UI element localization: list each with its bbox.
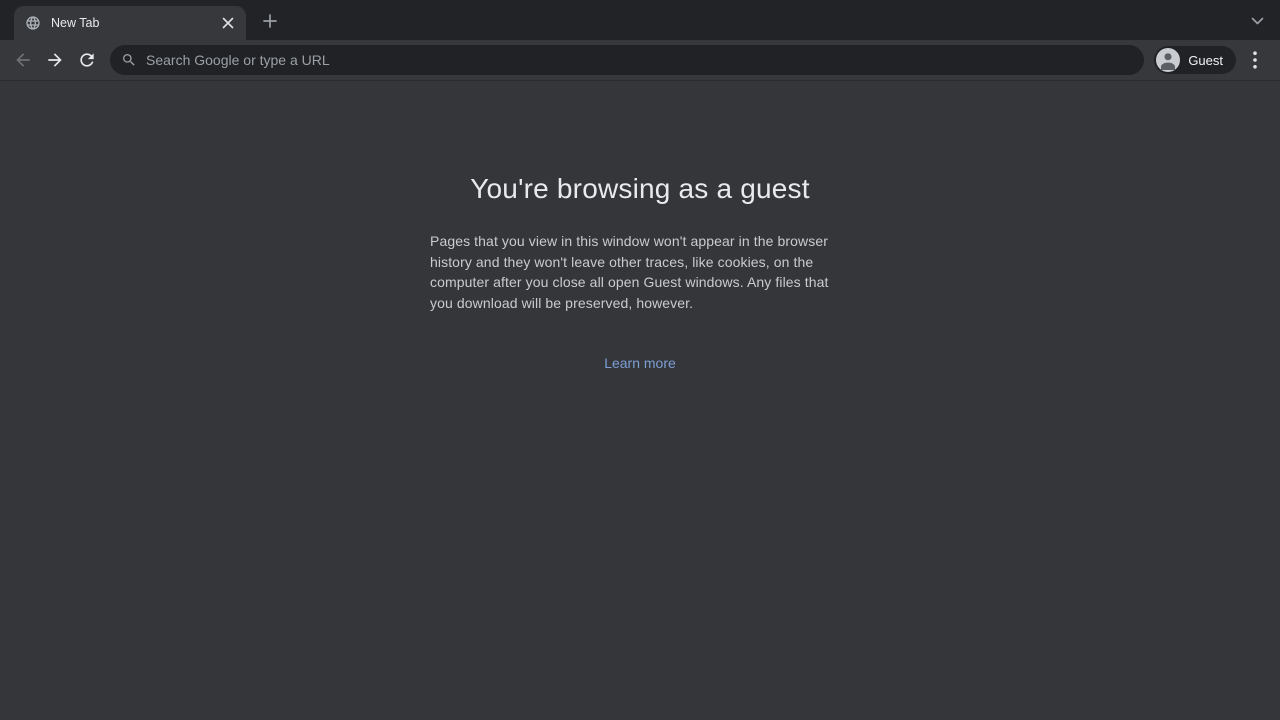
tab-new-tab[interactable]: New Tab <box>14 6 246 40</box>
tab-title: New Tab <box>51 16 218 30</box>
address-input[interactable] <box>146 52 1130 68</box>
back-arrow-icon <box>13 50 33 70</box>
tab-strip: New Tab <box>0 0 1280 40</box>
guest-panel: You're browsing as a guest Pages that yo… <box>430 81 850 720</box>
guest-description: Pages that you view in this window won't… <box>430 231 850 313</box>
browser-window: New Tab <box>0 0 1280 720</box>
browser-toolbar: Guest <box>0 40 1280 81</box>
tab-search-button[interactable] <box>1246 12 1268 30</box>
person-icon <box>1156 48 1180 72</box>
new-tab-button[interactable] <box>256 7 284 35</box>
search-icon <box>121 52 137 68</box>
reload-button[interactable] <box>72 45 102 75</box>
close-icon <box>222 17 234 29</box>
forward-arrow-icon <box>45 50 65 70</box>
kebab-menu-icon <box>1253 51 1257 69</box>
plus-icon <box>263 14 277 28</box>
profile-label: Guest <box>1188 53 1223 68</box>
globe-icon <box>25 15 41 31</box>
learn-more-link[interactable]: Learn more <box>604 355 676 371</box>
avatar <box>1156 48 1180 72</box>
chevron-down-icon <box>1251 17 1264 25</box>
browser-menu-button[interactable] <box>1240 45 1270 75</box>
reload-icon <box>77 50 97 70</box>
page-title: You're browsing as a guest <box>430 171 850 207</box>
tab-close-button[interactable] <box>218 13 238 33</box>
profile-chip-guest[interactable]: Guest <box>1154 46 1236 74</box>
address-bar[interactable] <box>110 45 1144 75</box>
forward-button[interactable] <box>40 45 70 75</box>
guest-new-tab-page: You're browsing as a guest Pages that yo… <box>0 81 1280 720</box>
back-button[interactable] <box>8 45 38 75</box>
